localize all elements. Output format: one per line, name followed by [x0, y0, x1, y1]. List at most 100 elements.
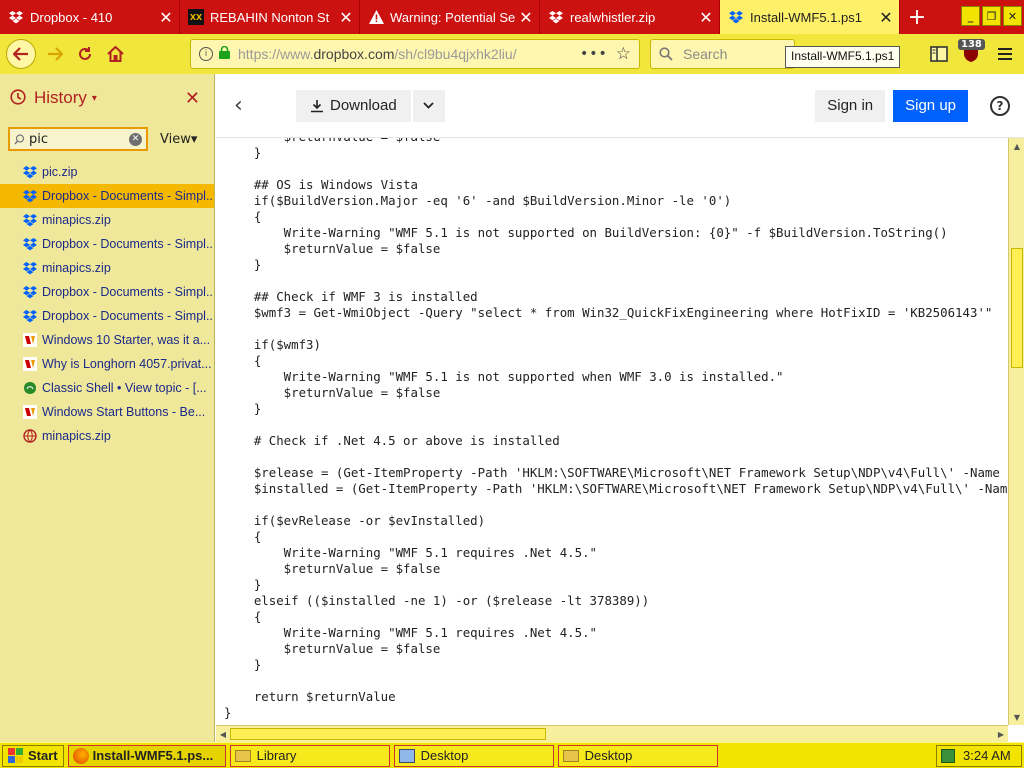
search-bar[interactable]: Search	[650, 39, 795, 69]
code-text: $returnValue = $false } ## OS is Windows…	[224, 138, 1008, 720]
tab-tooltip: Install-WMF5.1.ps1	[785, 46, 901, 68]
history-item-label: minapics.zip	[42, 213, 111, 227]
tab-realwhistler[interactable]: realwhistler.zip ✕	[540, 0, 720, 34]
dropbox-icon	[22, 164, 38, 180]
tab-rebahin[interactable]: XX REBAHIN Nonton St ✕	[180, 0, 360, 34]
minimize-button[interactable]: _	[961, 6, 980, 26]
tab-dropbox-410[interactable]: Dropbox - 410 ✕	[0, 0, 180, 34]
forward-button[interactable]	[40, 39, 70, 69]
horizontal-scroll-thumb[interactable]	[230, 728, 546, 740]
taskbar-task-desktop-2[interactable]: Desktop	[557, 744, 718, 767]
reader-view-button[interactable]	[924, 39, 954, 69]
globe-icon	[22, 428, 38, 444]
dropbox-icon	[22, 260, 38, 276]
tab-close-icon[interactable]: ✕	[519, 8, 533, 27]
taskbar-task-library[interactable]: Library	[229, 744, 390, 767]
search-icon	[659, 47, 673, 61]
firefox-icon	[72, 747, 89, 764]
folder-icon	[234, 749, 251, 762]
history-item-label: Dropbox - Documents - Simpl...	[42, 285, 212, 299]
scroll-left-icon[interactable]: ◀	[217, 728, 229, 740]
help-icon[interactable]: ?	[990, 95, 1010, 116]
tab-close-icon[interactable]: ✕	[339, 8, 353, 27]
hamburger-menu-icon	[998, 48, 1012, 60]
start-button[interactable]: Start	[2, 744, 64, 767]
close-window-button[interactable]: ✕	[1003, 6, 1022, 26]
bookmark-star-icon[interactable]: ☆	[616, 44, 631, 64]
reload-button[interactable]	[70, 39, 100, 69]
scroll-up-icon[interactable]: ▲	[1011, 140, 1023, 152]
vertical-scroll-thumb[interactable]	[1011, 248, 1023, 368]
dropbox-preview: ‹ Download Sign in Sign up ? $returnValu…	[216, 74, 1024, 742]
clock[interactable]: 3:24 AM	[963, 748, 1011, 763]
dropbox-icon	[548, 9, 564, 25]
chevron-down-icon[interactable]: ▾	[92, 93, 97, 104]
download-label: Download	[330, 97, 397, 114]
view-menu-button[interactable]: View▾	[160, 132, 197, 147]
lock-icon	[219, 45, 230, 62]
home-button[interactable]	[100, 39, 130, 69]
tab-close-icon[interactable]: ✕	[699, 8, 713, 27]
history-item-label: Windows 10 Starter, was it a...	[42, 333, 211, 347]
history-item[interactable]: Dropbox - Documents - Simpl...	[0, 304, 214, 328]
tab-install-wmf[interactable]: Install-WMF5.1.ps1 ✕	[720, 0, 900, 34]
history-item[interactable]: Dropbox - Documents - Simpl...	[0, 280, 214, 304]
view-label: View	[160, 131, 191, 147]
history-item[interactable]: minapics.zip	[0, 256, 214, 280]
sign-up-button[interactable]: Sign up	[893, 89, 968, 122]
page-actions-icon[interactable]: •••	[580, 46, 608, 62]
history-search-value: pic	[29, 131, 49, 147]
history-item[interactable]: minapics.zip	[0, 208, 214, 232]
tab-close-icon[interactable]: ✕	[879, 8, 893, 27]
scroll-right-icon[interactable]: ▶	[995, 728, 1007, 740]
history-item-label: minapics.zip	[42, 429, 111, 443]
tab-title: REBAHIN Nonton St	[210, 9, 330, 25]
sidebar-toggle-icon	[930, 46, 948, 62]
taskbar-task-firefox[interactable]: Install-WMF5.1.ps...	[67, 744, 226, 767]
taskbar-task-desktop-1[interactable]: Desktop	[393, 744, 554, 767]
sidebar-title[interactable]: History	[34, 88, 87, 108]
download-button[interactable]: Download	[296, 89, 411, 122]
dropbox-icon	[22, 212, 38, 228]
new-tab-button[interactable]: +	[900, 0, 934, 34]
clear-search-icon[interactable]: ✕	[129, 132, 142, 146]
search-icon	[14, 133, 25, 144]
vertical-scrollbar[interactable]: ▲ ▼	[1008, 138, 1024, 725]
home-icon	[106, 46, 124, 62]
back-button[interactable]	[6, 39, 36, 69]
horizontal-scrollbar[interactable]: ◀ ▶	[216, 725, 1008, 742]
tab-title: Install-WMF5.1.ps1	[750, 9, 862, 25]
sign-in-button[interactable]: Sign in	[815, 89, 886, 122]
history-item[interactable]: Windows 10 Starter, was it a...	[0, 328, 214, 352]
history-item[interactable]: Windows Start Buttons - Be...	[0, 400, 214, 424]
history-item[interactable]: Why is Longhorn 4057.privat...	[0, 352, 214, 376]
menu-button[interactable]	[990, 39, 1020, 69]
forward-arrow-icon	[48, 47, 63, 61]
tab-warning[interactable]: Warning: Potential Se ✕	[360, 0, 540, 34]
history-item[interactable]: minapics.zip	[0, 424, 214, 448]
scroll-down-icon[interactable]: ▼	[1011, 711, 1023, 723]
classicshell-icon	[22, 380, 38, 396]
history-item[interactable]: Dropbox - Documents - Simpl...	[0, 184, 214, 208]
history-item-label: pic.zip	[42, 165, 78, 179]
task-label: Library	[256, 748, 297, 763]
url-bar[interactable]: i https://www.dropbox.com/sh/cl9bu4qjxhk…	[190, 39, 640, 69]
info-icon[interactable]: i	[199, 47, 213, 61]
back-chevron-icon[interactable]: ‹	[234, 93, 274, 118]
download-options-button[interactable]	[412, 89, 445, 122]
history-sidebar: History ▾ ✕ pic ✕ View▾ pic.zip Dropbox -…	[0, 74, 215, 742]
betaarchive-icon	[22, 332, 38, 348]
dropbox-icon	[22, 308, 38, 324]
network-icon[interactable]	[941, 748, 955, 763]
tab-close-icon[interactable]: ✕	[159, 8, 173, 27]
tab-strip: Dropbox - 410 ✕ XX REBAHIN Nonton St ✕ W…	[0, 0, 1024, 34]
code-viewer[interactable]: $returnValue = $false } ## OS is Windows…	[216, 138, 1008, 725]
history-item[interactable]: pic.zip	[0, 160, 214, 184]
history-item[interactable]: Classic Shell • View topic - [...	[0, 376, 214, 400]
restore-button[interactable]: ❐	[982, 6, 1001, 26]
history-item-label: Why is Longhorn 4057.privat...	[42, 357, 212, 371]
history-search-input[interactable]: pic ✕	[8, 127, 148, 151]
history-item[interactable]: Dropbox - Documents - Simpl...	[0, 232, 214, 256]
sidebar-close-icon[interactable]: ✕	[185, 88, 200, 109]
history-item-label: Dropbox - Documents - Simpl...	[42, 237, 212, 251]
